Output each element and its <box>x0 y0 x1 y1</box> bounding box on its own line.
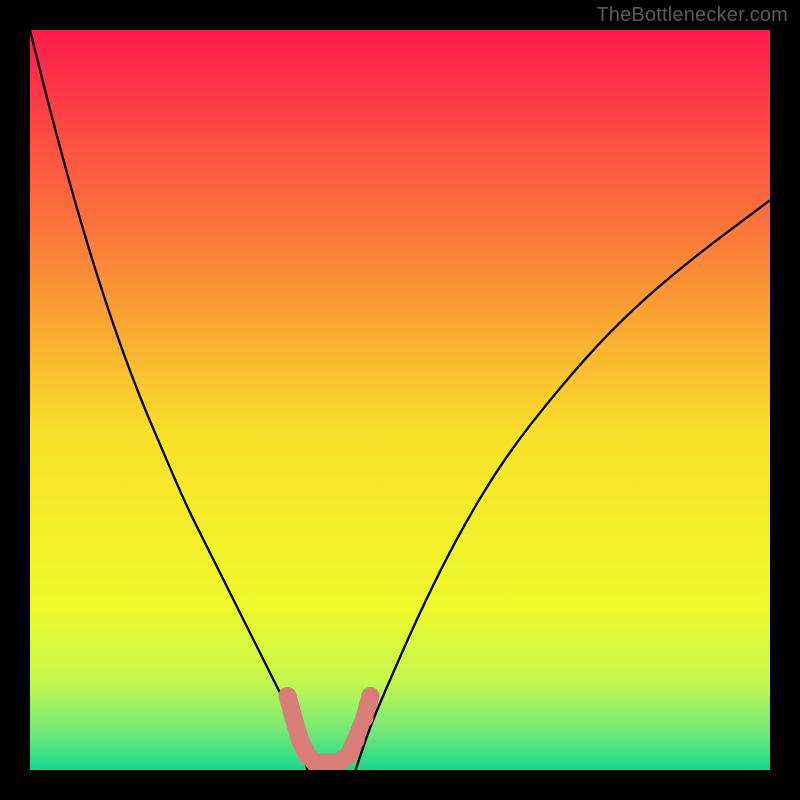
marker-point <box>355 709 373 727</box>
marker-point <box>347 731 365 749</box>
marker-point <box>279 687 297 705</box>
marker-point <box>361 687 379 705</box>
plot-area <box>30 30 770 770</box>
chart-frame: TheBottlenecker.com <box>0 0 800 800</box>
marker-point <box>284 706 302 724</box>
chart-svg <box>30 30 770 770</box>
watermark-text: TheBottlenecker.com <box>596 4 788 27</box>
